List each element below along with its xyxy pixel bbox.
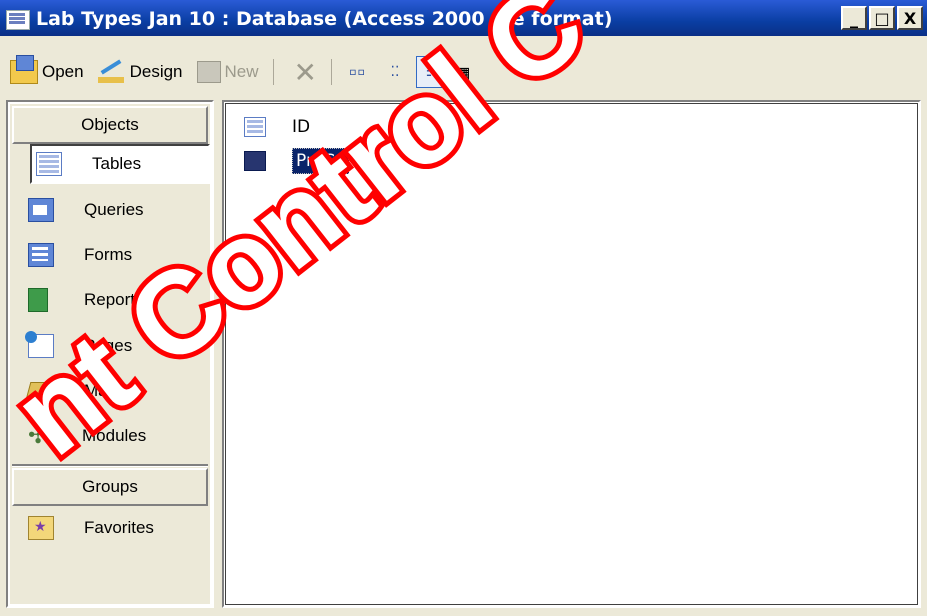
group-favorites[interactable]: Favorites — [28, 508, 210, 548]
favorites-icon — [28, 516, 54, 540]
window-title: Lab Types Jan 10 : Database (Access 2000… — [36, 8, 613, 30]
new-button[interactable]: New — [193, 56, 263, 88]
object-label: Queries — [84, 200, 144, 219]
title-bar[interactable]: Lab Types Jan 10 : Database (Access 2000… — [0, 0, 927, 36]
linked-table-icon — [244, 151, 266, 171]
table-icon — [244, 117, 266, 137]
new-icon — [196, 61, 221, 83]
minimize-button[interactable]: _ — [841, 6, 867, 30]
pages-icon — [25, 331, 54, 358]
delete-button[interactable]: ✕ — [290, 56, 321, 88]
reports-icon — [28, 288, 48, 312]
object-label: Macros — [84, 381, 140, 400]
open-icon — [10, 55, 38, 84]
open-label: Open — [42, 62, 84, 81]
object-forms[interactable]: Forms — [28, 235, 210, 275]
groups-header[interactable]: Groups — [12, 468, 208, 506]
object-label: Modules — [82, 426, 147, 445]
object-modules[interactable]: Modules — [28, 416, 210, 456]
object-pages[interactable]: Pages — [25, 326, 210, 366]
modules-icon — [28, 421, 52, 450]
object-label: Pages — [84, 336, 133, 355]
window-controls: _ □ X — [841, 6, 923, 30]
object-reports[interactable]: Reports — [28, 280, 210, 320]
queries-icon — [28, 198, 54, 222]
objects-bar: Objects Tables Queries Forms Reports Pag… — [6, 100, 214, 608]
list-item-label: ID — [292, 117, 311, 137]
toolbar-separator — [331, 59, 332, 85]
forms-icon — [28, 243, 54, 267]
maximize-button[interactable]: □ — [869, 6, 895, 30]
open-button[interactable]: Open — [6, 55, 88, 88]
object-label: Reports — [84, 290, 144, 309]
design-button[interactable]: Design — [94, 56, 187, 88]
close-button[interactable]: X — [897, 6, 923, 30]
design-label: Design — [129, 62, 183, 81]
macros-icon — [25, 382, 57, 400]
list-item[interactable]: ID — [244, 112, 310, 142]
large-icons-view-button[interactable]: ▫▫ — [342, 57, 372, 87]
object-label: Forms — [84, 245, 133, 264]
database-window: Lab Types Jan 10 : Database (Access 2000… — [0, 0, 927, 616]
small-icons-view-icon: ⁚⁚ — [390, 64, 400, 80]
object-queries[interactable]: Queries — [28, 190, 210, 230]
new-label: New — [224, 62, 259, 81]
objects-header[interactable]: Objects — [12, 106, 208, 144]
design-icon — [97, 61, 126, 83]
object-tables[interactable]: Tables — [30, 144, 210, 184]
large-icons-view-icon: ▫▫ — [348, 64, 366, 80]
delete-icon: ✕ — [293, 56, 317, 88]
list-view-icon: ☷ — [425, 64, 439, 80]
details-view-button[interactable]: ▦ — [448, 57, 478, 87]
object-label: Tables — [92, 154, 142, 173]
toolbar: Open Design New ✕ ▫▫ ⁚⁚ ☷ ▦ — [0, 52, 927, 92]
list-view-button[interactable]: ☷ — [416, 56, 448, 88]
database-icon — [6, 10, 30, 30]
tables-icon — [36, 152, 62, 176]
list-item-label: ProCo — [292, 148, 350, 174]
object-macros[interactable]: Macros — [25, 371, 210, 411]
section-divider — [12, 464, 208, 467]
small-icons-view-button[interactable]: ⁚⁚ — [380, 57, 410, 87]
group-label: Favorites — [84, 518, 154, 537]
details-view-icon: ▦ — [456, 60, 470, 84]
object-list-pane: ID ProCo — [222, 100, 921, 608]
list-item[interactable]: ProCo — [244, 146, 350, 176]
toolbar-separator — [272, 59, 274, 85]
